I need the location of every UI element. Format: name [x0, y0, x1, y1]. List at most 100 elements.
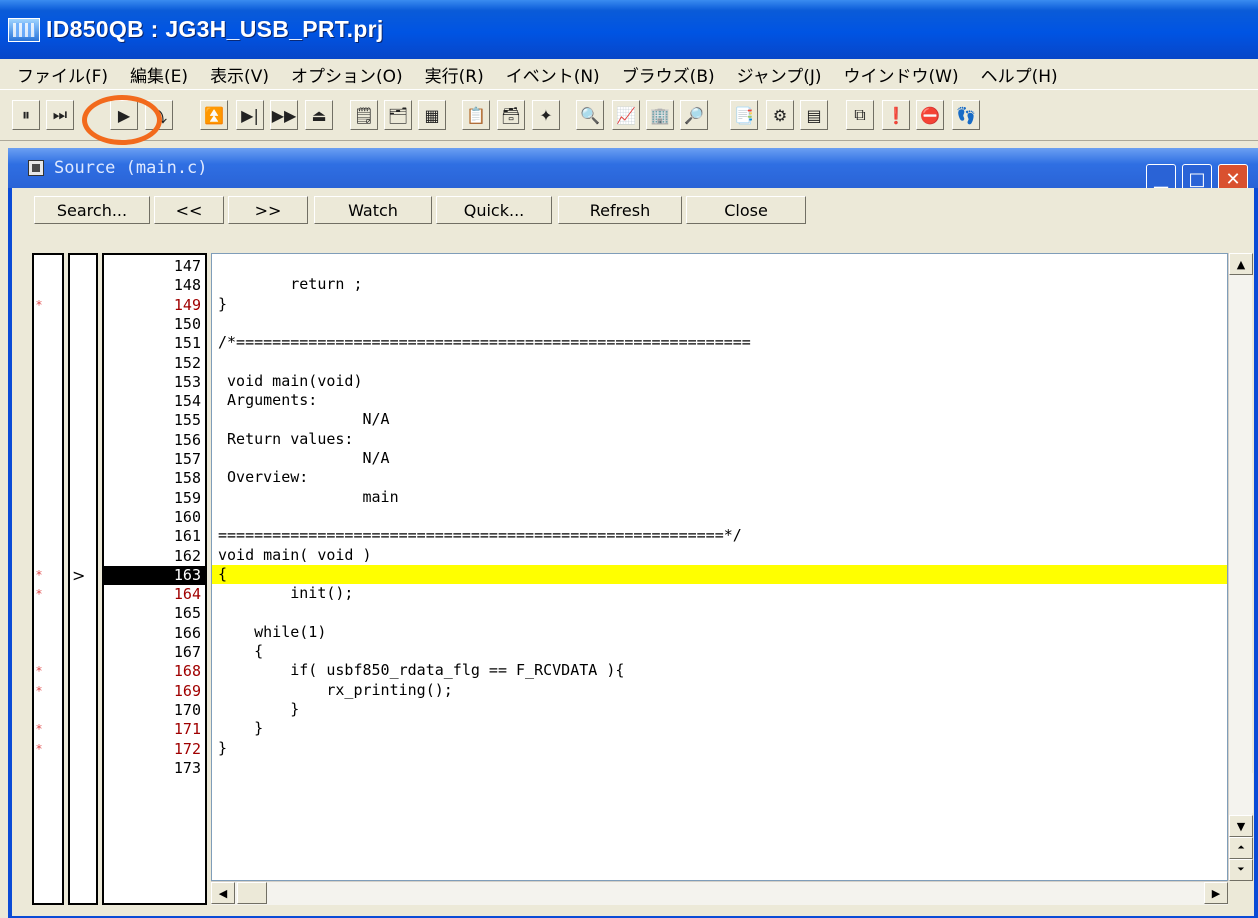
assemble-icon[interactable]: 🗂 [384, 100, 412, 130]
menu-item-5[interactable]: イベント(N) [495, 62, 611, 87]
code-line[interactable] [212, 353, 1227, 372]
log-icon[interactable]: ⛔ [916, 100, 944, 130]
breakpoint-mark[interactable]: * [36, 585, 48, 604]
code-line[interactable]: main [212, 488, 1227, 507]
register-icon[interactable]: 📋 [462, 100, 490, 130]
pc-gutter[interactable]: > [68, 253, 98, 905]
menu-item-9[interactable]: ヘルプ(H) [970, 62, 1069, 87]
timer-icon[interactable]: ❗ [882, 100, 910, 130]
line-number: 156 [173, 430, 201, 449]
code-line[interactable]: } [212, 739, 1227, 758]
code-line[interactable]: init(); [212, 584, 1227, 603]
menu-item-3[interactable]: オプション(O) [280, 62, 414, 87]
tracer-icon[interactable]: 📑 [730, 100, 758, 130]
restart-icon[interactable]: ⏭ [46, 100, 74, 130]
return-out-icon[interactable]: ⏫ [200, 100, 228, 130]
stop-event-icon[interactable]: ⧉ [846, 100, 874, 130]
line-number: 166 [173, 623, 201, 642]
code-line[interactable]: rx_printing(); [212, 681, 1227, 700]
quick-button[interactable]: Quick... [436, 196, 552, 224]
app-icon [8, 17, 40, 42]
watch-icon[interactable]: ✦ [532, 100, 560, 130]
menu-item-1[interactable]: 編集(E) [119, 62, 199, 87]
code-line[interactable]: Return values: [212, 430, 1227, 449]
source-icon[interactable]: 🗒 [350, 100, 378, 130]
code-line[interactable]: { [212, 642, 1227, 661]
line-number: 161 [173, 527, 201, 546]
code-line[interactable]: } [212, 719, 1227, 738]
refresh-button[interactable]: Refresh [558, 196, 682, 224]
breakpoint-mark[interactable]: * [36, 662, 48, 681]
scroll-left-button[interactable]: ◀ [211, 882, 235, 904]
code-line[interactable]: N/A [212, 449, 1227, 468]
pc-arrow-icon: > [72, 565, 86, 585]
breakpoint-mark[interactable]: * [36, 720, 48, 739]
code-line[interactable]: Overview: [212, 468, 1227, 487]
horizontal-scrollbar[interactable]: ◀ ▶ [211, 881, 1228, 905]
next-button[interactable]: >> [228, 196, 308, 224]
source-body: Search... << >> Watch Quick... Refresh C… [12, 188, 1254, 916]
breakpoint-mark[interactable]: * [36, 566, 48, 585]
code-line[interactable] [212, 507, 1227, 526]
code-line[interactable]: void main( void ) [212, 546, 1227, 565]
search-button[interactable]: Search... [34, 196, 150, 224]
code-line[interactable] [212, 314, 1227, 333]
menu-item-8[interactable]: ウインドウ(W) [833, 62, 970, 87]
code-line[interactable] [212, 758, 1227, 777]
scroll-page-down-button[interactable]: ⏷ [1229, 859, 1253, 881]
scroll-down-button[interactable]: ▼ [1229, 815, 1253, 837]
code-line[interactable]: } [212, 700, 1227, 719]
menu-item-4[interactable]: 実行(R) [414, 62, 495, 87]
prev-button[interactable]: << [154, 196, 224, 224]
stub-icon[interactable]: ▤ [800, 100, 828, 130]
scroll-right-button[interactable]: ▶ [1204, 882, 1228, 904]
code-line[interactable]: if( usbf850_rdata_flg == F_RCVDATA ){ [212, 661, 1227, 680]
menu-item-0[interactable]: ファイル(F) [6, 62, 119, 87]
breakpoint-mark[interactable]: * [36, 682, 48, 701]
hscroll-thumb[interactable] [237, 882, 267, 904]
snap-icon[interactable]: ⚙ [766, 100, 794, 130]
memory-icon[interactable]: ▦ [418, 100, 446, 130]
code-line[interactable]: while(1) [212, 623, 1227, 642]
misc-icon[interactable]: 👣 [952, 100, 980, 130]
code-area[interactable]: return ;} /*=============================… [211, 253, 1228, 881]
trace-icon[interactable]: 📈 [612, 100, 640, 130]
step-in-icon[interactable]: ⤵ [145, 100, 173, 130]
code-line[interactable] [212, 256, 1227, 275]
vertical-scrollbar[interactable]: ▲ ▼ ⏶ ⏷ [1228, 253, 1253, 881]
code-line[interactable]: return ; [212, 275, 1227, 294]
code-line[interactable]: { [212, 564, 1227, 584]
breakpoint-mark[interactable]: * [36, 740, 48, 759]
eject-icon[interactable]: ⏏ [305, 100, 333, 130]
code-line[interactable]: N/A [212, 410, 1227, 429]
code-line[interactable]: ========================================… [212, 526, 1227, 545]
scroll-thumb[interactable] [1229, 773, 1253, 813]
code-line[interactable]: Arguments: [212, 391, 1227, 410]
scroll-up-button[interactable]: ▲ [1229, 253, 1253, 275]
stop-icon[interactable]: ⏸ [12, 100, 40, 130]
quick-icon[interactable]: 🔍 [576, 100, 604, 130]
app-title: ID850QB : JG3H_USB_PRT.prj [46, 16, 384, 42]
run-icon[interactable]: ▶ [110, 100, 138, 130]
line-number: 169 [173, 681, 201, 700]
io-icon[interactable]: 🗃 [497, 100, 525, 130]
source-titlebar: Source (main.c) [8, 148, 1258, 188]
close-button[interactable]: Close [686, 196, 806, 224]
run-to-icon[interactable]: ▶▶ [270, 100, 298, 130]
code-line[interactable]: /*======================================… [212, 333, 1227, 352]
line-number: 165 [173, 604, 201, 623]
event-icon[interactable]: 🔎 [680, 100, 708, 130]
menu-item-2[interactable]: 表示(V) [199, 62, 280, 87]
code-line[interactable]: void main(void) [212, 372, 1227, 391]
scroll-page-up-button[interactable]: ⏶ [1229, 837, 1253, 859]
breakpoint-gutter[interactable]: * * * * * * * [32, 253, 64, 905]
watch-button[interactable]: Watch [314, 196, 432, 224]
menu-item-6[interactable]: ブラウズ(B) [611, 62, 726, 87]
code-line[interactable]: } [212, 295, 1227, 314]
code-line[interactable] [212, 603, 1227, 622]
line-number: 157 [173, 450, 201, 468]
breakpoint-mark[interactable]: * [36, 296, 48, 315]
coverage-icon[interactable]: 🏢 [646, 100, 674, 130]
menu-item-7[interactable]: ジャンプ(J) [726, 62, 833, 87]
step-over-icon[interactable]: ▶| [236, 100, 264, 130]
